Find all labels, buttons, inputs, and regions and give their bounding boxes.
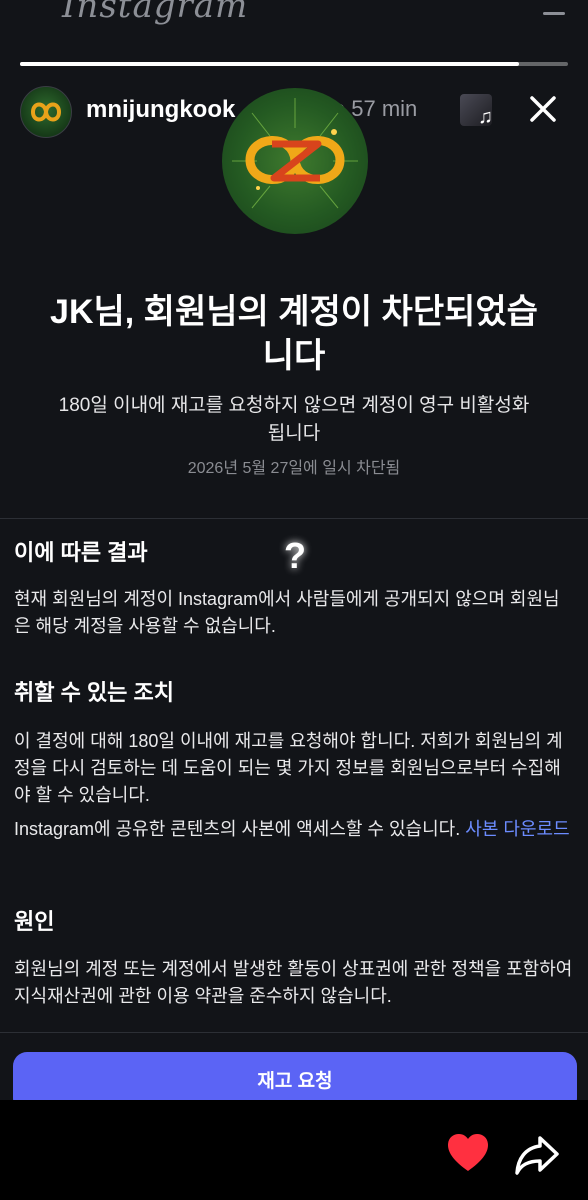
story-panel: mnijungkook · hace 57 min ♫ JK님, 회원님의 계정… <box>0 30 588 1100</box>
request-review-button[interactable]: 재고 요청 <box>13 1052 577 1100</box>
request-review-label: 재고 요청 <box>257 1071 333 1092</box>
avatar[interactable] <box>20 86 72 138</box>
share-icon[interactable] <box>514 1134 560 1176</box>
close-icon[interactable] <box>526 92 560 126</box>
section-heading-actions: 취할 수 있는 조치 <box>14 680 175 705</box>
download-copy-link[interactable]: 사본 다운로드 <box>465 819 569 839</box>
story-progress-fill <box>20 62 519 66</box>
consequences-text: 현재 회원님의 계정이 Instagram에서 사람들에게 공개되지 않으며 회… <box>14 589 560 636</box>
block-date: 2026년 5월 27일에 일시 차단됨 <box>187 460 401 477</box>
question-mark-sticker: ? <box>284 535 306 576</box>
background-app-strip: Instagram <box>0 0 588 30</box>
actions-text: 이 결정에 대해 180일 이내에 재고를 요청해야 합니다. 저희가 회원님의… <box>14 731 563 805</box>
heart-icon[interactable] <box>446 1133 490 1173</box>
divider <box>0 518 588 519</box>
music-note-icon[interactable]: ♫ <box>478 106 493 129</box>
instagram-logo: Instagram <box>62 0 249 26</box>
story-progress-bar <box>20 62 568 66</box>
divider <box>0 1032 588 1033</box>
download-copy-description: Instagram에 공유한 콘텐츠의 사본에 액세스할 수 있습니다. <box>14 819 461 839</box>
section-heading-consequences: 이에 따른 결과 <box>14 540 148 565</box>
menu-icon <box>543 12 565 15</box>
page-title: JK님, 회원님의 계정이 차단되었습니다 <box>50 293 538 375</box>
section-heading-reason: 원인 <box>14 909 55 934</box>
reason-text: 회원님의 계정 또는 계정에서 발생한 활동이 상표권에 관한 정책을 포함하여… <box>14 959 573 1006</box>
download-copy-text: Instagram에 공유한 콘텐츠의 사본에 액세스할 수 있습니다. 사본 … <box>14 816 574 843</box>
profile-avatar-large <box>222 88 368 234</box>
story-username[interactable]: mnijungkook <box>86 96 235 124</box>
page-subtitle: 180일 이내에 재고를 요청하지 않으면 계정이 영구 비활성화됩니다 <box>58 395 530 444</box>
